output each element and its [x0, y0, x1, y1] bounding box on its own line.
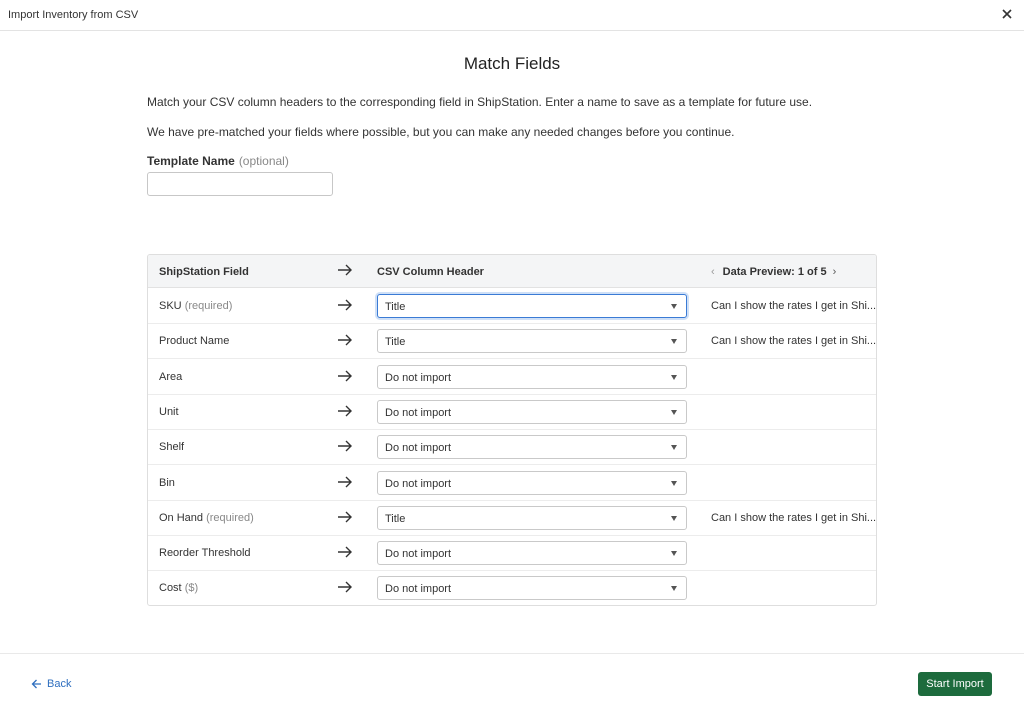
field-name: Reorder Threshold	[159, 547, 251, 559]
arrow-right-icon	[338, 334, 352, 346]
csv-column-select[interactable]: Do not import	[377, 541, 687, 566]
back-label: Back	[47, 678, 72, 690]
template-name-input[interactable]	[147, 172, 333, 196]
field-name: Unit	[159, 406, 179, 418]
table-row: Area Do not import	[148, 360, 876, 395]
field-qualifier: (required)	[184, 300, 233, 312]
table-header: ShipStation Field CSV Column Header ‹ Dat…	[148, 255, 876, 288]
selected-value: Title	[385, 301, 406, 313]
selected-value: Do not import	[385, 406, 452, 419]
back-button[interactable]: Back	[31, 678, 71, 690]
caret-down-icon	[671, 551, 677, 557]
table-row: On Hand (required) Title Can I show the ra…	[148, 501, 876, 536]
field-qualifier: (required)	[206, 511, 254, 524]
selected-value: Do not import	[385, 371, 452, 384]
field-label: Unit	[159, 405, 179, 418]
data-preview-nav: ‹ Data Preview: 1 of 5 ›	[711, 266, 836, 278]
table-row: Product Name Title Can I show the rates I…	[148, 324, 877, 360]
window-titlebar: Import Inventory from CSV	[0, 0, 1024, 31]
selected-value: Title	[385, 336, 406, 349]
field-label: Area	[159, 370, 183, 383]
field-name: Shelf	[159, 441, 184, 453]
field-label: Bin	[159, 476, 175, 489]
table-row: Reorder Threshold Do not import	[148, 536, 876, 572]
arrow-right-icon	[338, 476, 352, 487]
caret-down-icon	[671, 586, 677, 592]
caret-down-icon	[671, 304, 677, 309]
selected-value: Do not import	[385, 583, 452, 596]
caret-down-icon	[671, 374, 677, 380]
caret-down-icon	[671, 339, 677, 345]
csv-column-select[interactable]: Do not import	[377, 399, 687, 424]
field-label: Shelf	[159, 441, 185, 454]
field-name: SKU (required)	[159, 300, 232, 312]
table-row: Unit Do not import	[148, 395, 876, 430]
csv-column-select[interactable]: Title	[377, 294, 687, 318]
field-label: Product Name	[159, 335, 230, 348]
data-preview-value: Can I show the rates I get in Shi...	[711, 300, 877, 312]
data-preview-label: Data Preview: 1 of 5	[722, 266, 827, 278]
arrow-right-icon	[338, 581, 352, 593]
csv-column-select[interactable]: Title	[377, 505, 687, 530]
csv-column-select[interactable]: Do not import	[377, 576, 687, 601]
template-name-label-text: Template Name	[147, 154, 235, 168]
arrow-right-icon	[338, 264, 352, 276]
selected-value: Title	[385, 512, 406, 525]
window-title: Import Inventory from CSV	[8, 9, 139, 21]
data-preview-value: Can I show the rates I get in Shi...	[711, 335, 877, 348]
chevron-left-icon[interactable]: ‹	[711, 266, 715, 278]
page-title: Match Fields	[463, 54, 561, 73]
start-import-button[interactable]: Start Import	[918, 672, 992, 696]
close-icon[interactable]	[1000, 7, 1014, 21]
csv-column-select[interactable]: Do not import	[377, 435, 687, 460]
field-name: Bin	[159, 477, 175, 489]
field-name: Product Name	[159, 335, 229, 347]
selected-value: Do not import	[385, 477, 452, 490]
table-row: Cost ($) Do not import	[148, 571, 876, 605]
header-csv-column: CSV Column Header	[377, 266, 484, 278]
note-text: We have pre-matched your fields where po…	[147, 125, 735, 139]
csv-column-select[interactable]: Title	[377, 329, 687, 354]
csv-column-select[interactable]: Do not import	[377, 364, 687, 389]
intro-text: Match your CSV column headers to the cor…	[147, 95, 813, 109]
data-preview-value: Can I show the rates I get in Shi...	[711, 511, 877, 524]
arrow-right-icon	[338, 440, 352, 452]
field-qualifier: ($)	[184, 582, 199, 595]
arrow-right-icon	[338, 405, 352, 417]
field-name: Area	[159, 371, 182, 383]
footer-bar: Back Start Import	[0, 653, 1024, 710]
caret-down-icon	[671, 515, 677, 521]
field-label: Reorder Threshold	[159, 547, 251, 560]
arrow-right-icon	[338, 546, 352, 558]
field-mapping-table: ShipStation Field CSV Column Header ‹ Dat…	[147, 254, 877, 606]
template-name-label: Template Name (optional)	[147, 154, 289, 168]
arrow-right-icon	[338, 511, 352, 523]
table-row: Bin Do not import	[148, 466, 876, 501]
caret-down-icon	[671, 480, 677, 486]
table-row: SKU (required) Title Can I show the rates …	[148, 289, 876, 324]
field-label: On Hand	[159, 511, 204, 524]
arrow-right-icon	[338, 370, 352, 382]
field-name: On Hand (required)	[159, 512, 254, 524]
optional-hint: (optional)	[238, 154, 289, 168]
selected-value: Do not import	[385, 548, 452, 561]
field-label: SKU	[159, 300, 182, 312]
selected-value: Do not import	[385, 442, 452, 455]
caret-down-icon	[671, 445, 677, 451]
table-row: Shelf Do not import	[148, 430, 876, 466]
field-label: Cost	[159, 582, 182, 595]
chevron-right-icon[interactable]: ›	[833, 266, 837, 278]
csv-column-select[interactable]: Do not import	[377, 470, 687, 495]
field-name: Cost ($)	[159, 582, 198, 594]
arrow-right-icon	[338, 299, 352, 311]
caret-down-icon	[671, 409, 677, 415]
header-shipstation-field: ShipStation Field	[159, 266, 249, 278]
arrow-left-icon	[31, 679, 41, 689]
